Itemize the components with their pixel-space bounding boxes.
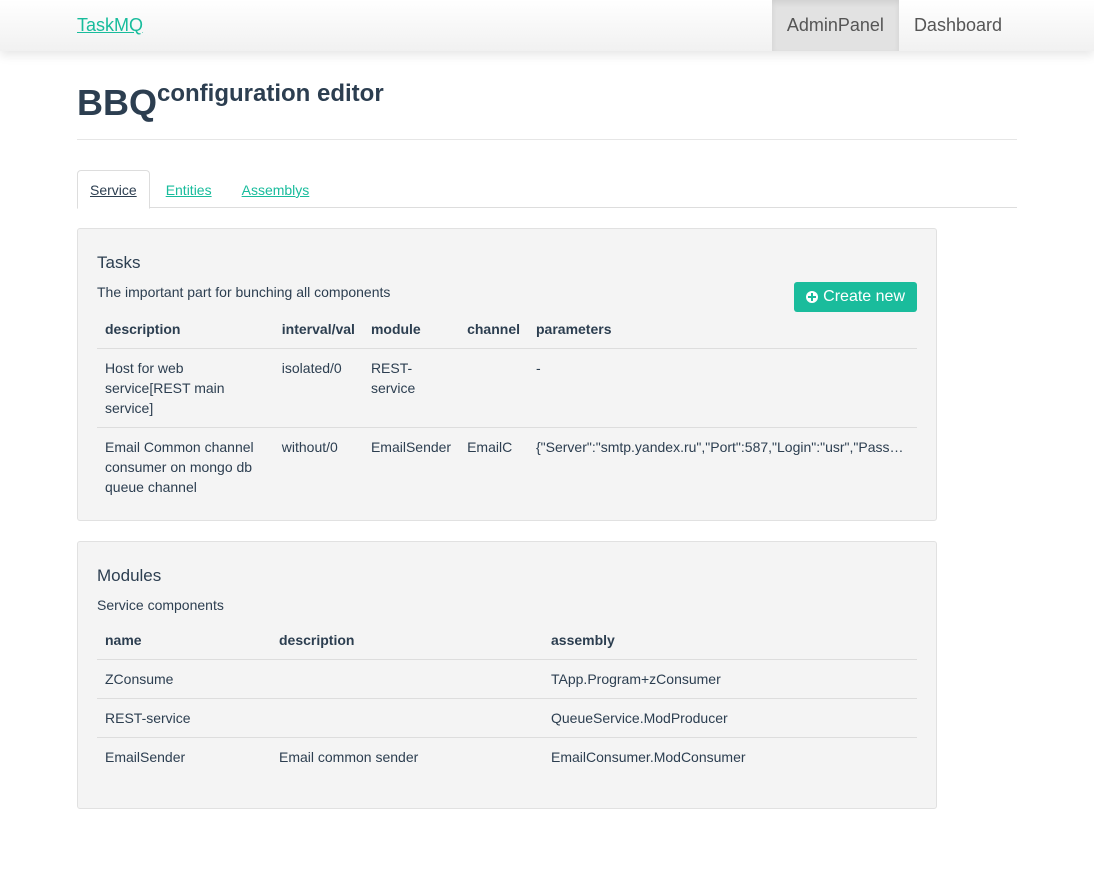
table-row[interactable]: EmailSender Email common sender EmailCon… [97,737,917,776]
column-header: parameters [528,311,917,349]
table-row[interactable]: Email Common channel consumer on mongo d… [97,427,917,506]
plus-circle-icon [806,291,819,303]
create-new-label: Create new [823,288,905,305]
module-description: Email common sender [279,748,419,765]
page-subtitle: configuration editor [157,80,384,107]
task-channel [459,348,528,428]
table-header-row: name description assembly [97,622,917,660]
column-header: name [97,622,271,660]
nav-item-adminpanel[interactable]: AdminPanel [771,0,899,51]
module-assembly: QueueService.ModProducer [543,698,917,738]
modules-panel: Modules Service components name descript… [77,541,937,809]
column-header: channel [459,311,528,349]
table-row[interactable]: ZConsume TApp.Program+zConsumer [97,659,917,699]
task-parameters: {"Server":"smtp.yandex.ru","Port":587,"L… [536,438,917,455]
navbar: TaskMQ AdminPanel Dashboard [0,0,1094,51]
page-header: BBQ configuration editor [77,78,1017,140]
column-header: module [362,311,460,349]
task-description: Host for web service[REST main service] [97,348,274,428]
module-name: REST-service [97,698,271,738]
table-row[interactable]: Host for web service[REST main service] … [97,348,917,428]
column-header: description [97,311,274,349]
task-interval: without/0 [281,438,338,455]
tasks-table: description interval/val module channel … [97,311,917,506]
task-interval: isolated/0 [273,348,363,428]
table-header-row: description interval/val module channel … [97,311,917,349]
tab-assemblys[interactable]: Assemblys [228,170,324,208]
create-new-button[interactable]: Create new [794,282,917,312]
modules-title: Modules [97,566,162,585]
navbar-menu: AdminPanel Dashboard [771,0,1017,51]
tab-entities[interactable]: Entities [152,170,226,208]
brand-link[interactable]: TaskMQ [77,15,143,36]
modules-description: Service components [97,597,224,613]
table-row[interactable]: REST-service QueueService.ModProducer [97,698,917,738]
task-channel: EmailC [467,438,513,455]
tasks-description: The important part for bunching all comp… [97,284,391,300]
page-title: BBQ [77,82,157,123]
module-name: ZConsume [97,659,271,699]
tab-service[interactable]: Service [77,170,150,209]
module-assembly: TApp.Program+zConsumer [543,659,917,699]
task-parameters: - [528,348,917,428]
column-header: assembly [543,622,917,660]
module-description [271,659,543,699]
module-assembly: EmailConsumer.ModConsumer [551,748,746,765]
task-module: REST-service [362,348,460,428]
task-module: EmailSender [370,438,452,455]
modules-table: name description assembly ZConsume TApp.… [97,622,917,776]
tasks-title: Tasks [97,253,141,272]
nav-item-dashboard[interactable]: Dashboard [899,0,1017,51]
tab-bar: Service Entities Assemblys [77,170,1017,209]
tasks-panel: Tasks The important part for bunching al… [77,228,937,521]
column-header: interval/val [273,311,363,349]
module-name: EmailSender [105,748,186,765]
task-description: Email Common channel consumer on mongo d… [105,438,254,495]
column-header: description [271,622,543,660]
module-description [271,698,543,738]
